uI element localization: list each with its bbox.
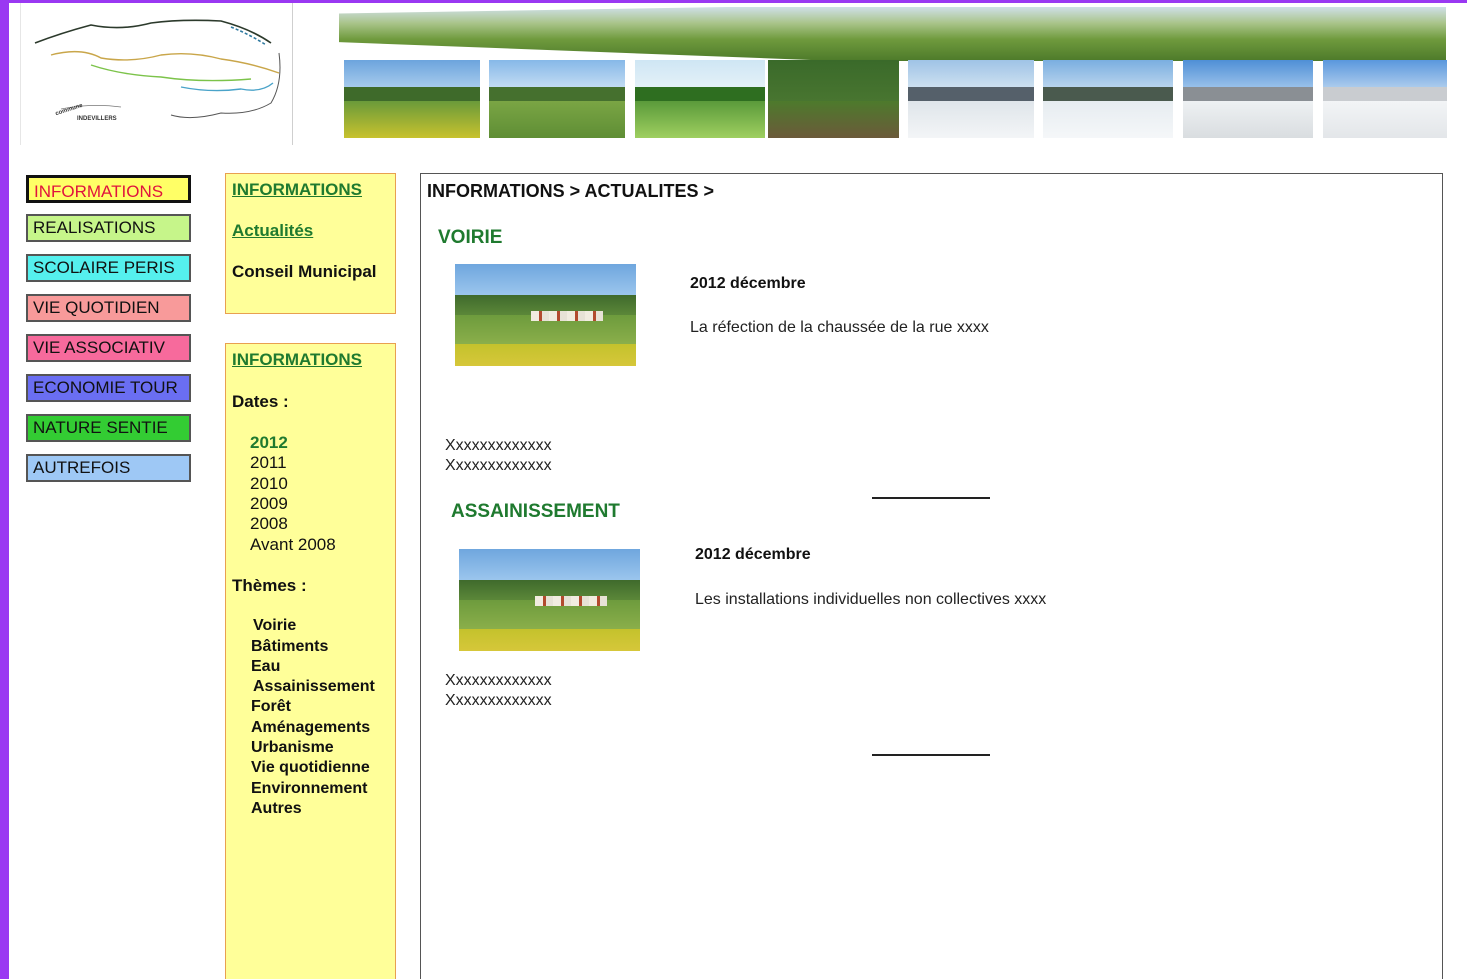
submenu-panel: INFORMATIONS Actualités Conseil Municipa…: [225, 173, 396, 314]
nav-item-scolaire-peris[interactable]: SCOLAIRE PERIS: [26, 254, 191, 282]
page: commune INDEVILLERS INFORMATIONS REALISA…: [9, 3, 1467, 979]
submenu-item-actualites[interactable]: Actualités: [232, 221, 313, 241]
nav-item-realisations[interactable]: REALISATIONS: [26, 214, 191, 242]
article-body-line: Xxxxxxxxxxxxx: [445, 457, 552, 474]
map-logo-icon: [34, 19, 281, 119]
year-link-before-2008[interactable]: Avant 2008: [250, 535, 336, 555]
thumbnail-river-valley[interactable]: [635, 60, 765, 138]
article-date: 2012 décembre: [690, 275, 806, 292]
theme-link-voirie[interactable]: Voirie: [253, 616, 296, 636]
year-link-2012[interactable]: 2012: [250, 433, 288, 453]
themes-label: Thèmes :: [232, 576, 307, 595]
theme-link-foret[interactable]: Forêt: [251, 697, 291, 717]
thumbnail-spring-meadow[interactable]: [344, 60, 480, 138]
thumbnail-snowy-hills[interactable]: [1043, 60, 1173, 138]
nav-item-informations[interactable]: INFORMATIONS: [26, 175, 191, 203]
article-separator: [872, 497, 990, 499]
section-title-assainissement: ASSAINISSEMENT: [451, 501, 620, 522]
section-title-voirie: VOIRIE: [438, 227, 503, 248]
article-photo-voirie[interactable]: [455, 264, 636, 366]
year-link-2011[interactable]: 2011: [250, 453, 287, 473]
theme-link-assainissement[interactable]: Assainissement: [253, 677, 375, 697]
theme-link-autres[interactable]: Autres: [251, 799, 302, 819]
news-content: INFORMATIONS > ACTUALITES > VOIRIE 2012 …: [420, 173, 1443, 979]
theme-link-vie-quotidienne[interactable]: Vie quotidienne: [251, 758, 370, 778]
dates-label: Dates :: [232, 392, 289, 411]
thumbnail-chapel-winter[interactable]: [1323, 60, 1447, 138]
theme-link-urbanisme[interactable]: Urbanisme: [251, 738, 334, 758]
theme-link-batiments[interactable]: Bâtiments: [251, 637, 328, 657]
thumbnail-cows-pasture[interactable]: [489, 60, 625, 138]
submenu-heading[interactable]: INFORMATIONS: [232, 180, 362, 200]
article-photo-assainissement[interactable]: [459, 549, 640, 651]
article-summary: Les installations individuelles non coll…: [695, 591, 1047, 608]
commune-logo[interactable]: commune INDEVILLERS: [20, 3, 293, 145]
theme-link-eau[interactable]: Eau: [251, 657, 280, 677]
year-link-2008[interactable]: 2008: [250, 514, 288, 534]
article-date: 2012 décembre: [695, 546, 811, 563]
nav-item-nature-sentie[interactable]: NATURE SENTIE: [26, 414, 191, 442]
theme-link-amenagements[interactable]: Aménagements: [251, 718, 370, 738]
thumbnail-church-snow[interactable]: [1183, 60, 1313, 138]
nav-item-vie-associativ[interactable]: VIE ASSOCIATIV: [26, 334, 191, 362]
nav-item-economie-tour[interactable]: ECONOMIE TOUR: [26, 374, 191, 402]
logo-label-village: INDEVILLERS: [77, 116, 117, 122]
year-link-2009[interactable]: 2009: [250, 494, 288, 514]
year-link-2010[interactable]: 2010: [250, 474, 288, 494]
breadcrumb: INFORMATIONS > ACTUALITES >: [427, 181, 715, 201]
article-separator: [872, 754, 990, 756]
nav-item-vie-quotidien[interactable]: VIE QUOTIDIEN: [26, 294, 191, 322]
article-body-line: Xxxxxxxxxxxxx: [445, 437, 552, 454]
thumbnail-winter-village[interactable]: [908, 60, 1034, 138]
theme-link-environnement[interactable]: Environnement: [251, 779, 367, 799]
thumbnail-forest-path[interactable]: [768, 60, 899, 138]
nav-item-autrefois[interactable]: AUTREFOIS: [26, 454, 191, 482]
article-body-line: Xxxxxxxxxxxxx: [445, 672, 552, 689]
filters-heading[interactable]: INFORMATIONS: [232, 350, 362, 370]
submenu-item-conseil-municipal[interactable]: Conseil Municipal: [232, 262, 377, 282]
article-body-line: Xxxxxxxxxxxxx: [445, 692, 552, 709]
article-summary: La réfection de la chaussée de la rue xx…: [690, 319, 989, 336]
panorama-banner: [339, 7, 1446, 61]
filters-panel: INFORMATIONS Dates : 2012 2011 2010 2009…: [225, 343, 396, 979]
